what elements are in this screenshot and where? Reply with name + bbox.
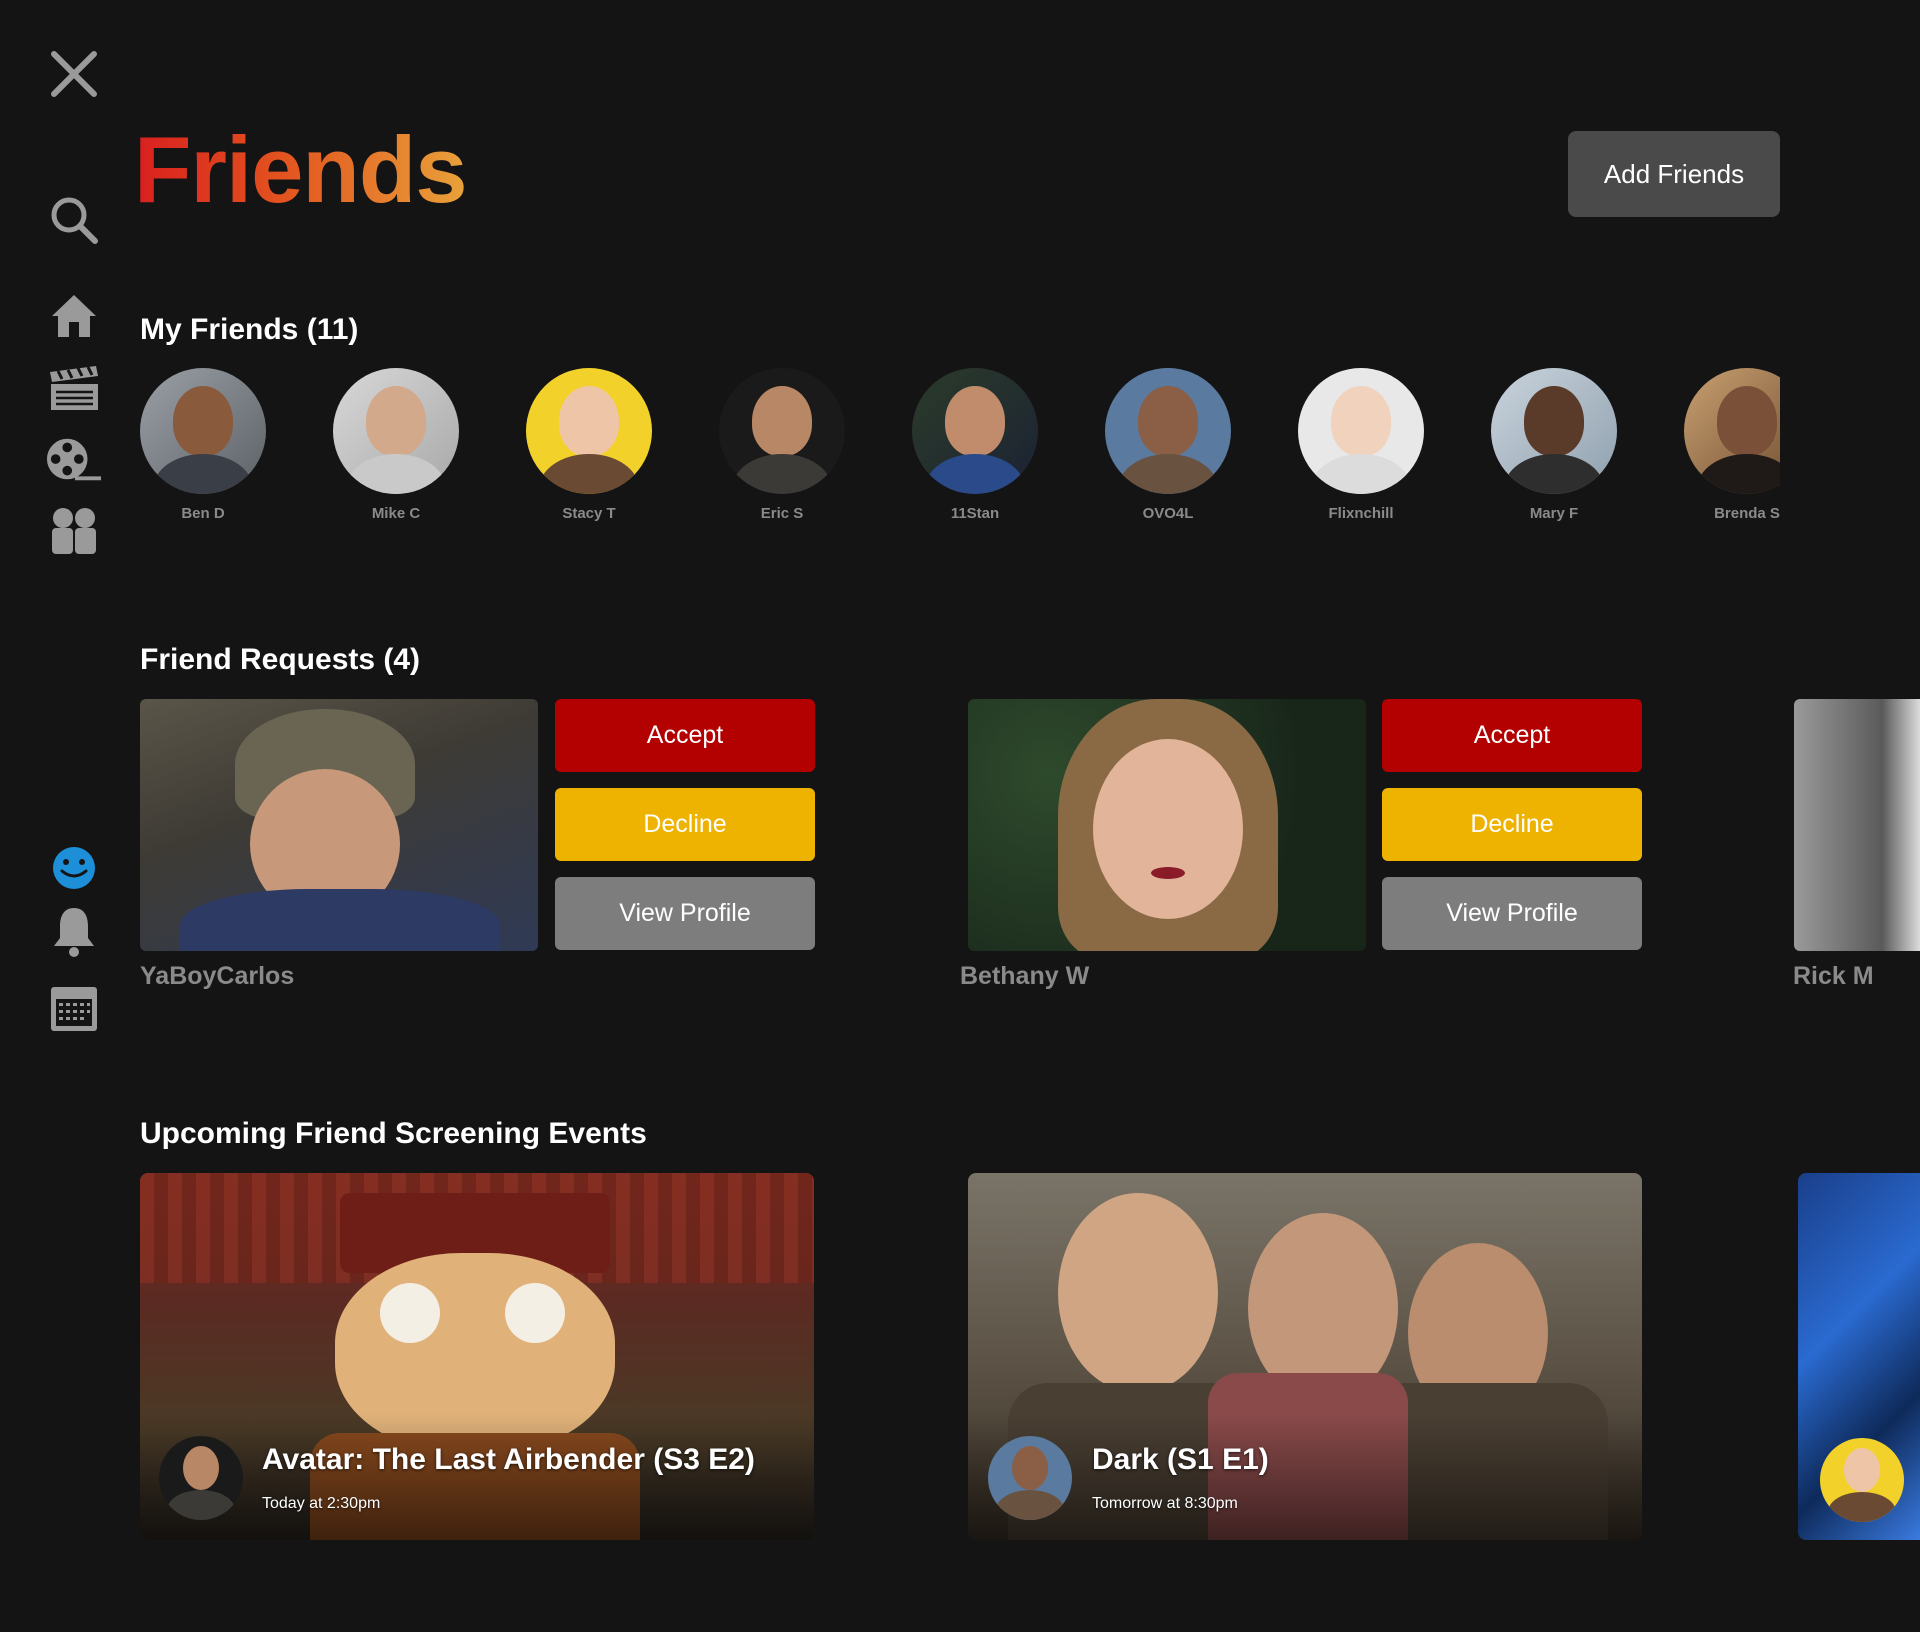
friend-avatar[interactable] — [333, 368, 459, 494]
event-card[interactable]: Avatar: The Last Airbender (S3 E2) Today… — [140, 1173, 814, 1540]
friend-item[interactable]: Ben D — [140, 368, 266, 522]
close-icon[interactable] — [46, 46, 102, 102]
event-title: Avatar: The Last Airbender (S3 E2) — [262, 1443, 755, 1476]
friend-item[interactable]: Stacy T — [526, 368, 652, 522]
friend-avatar[interactable] — [140, 368, 266, 494]
event-time: Today at 2:30pm — [262, 1495, 381, 1512]
home-icon[interactable] — [46, 288, 102, 344]
friend-avatar[interactable] — [526, 368, 652, 494]
view-profile-button[interactable]: View Profile — [1382, 877, 1642, 950]
friend-avatar[interactable] — [1298, 368, 1424, 494]
groups-icon[interactable] — [46, 503, 102, 559]
bell-icon[interactable] — [46, 904, 102, 960]
friend-avatar[interactable] — [912, 368, 1038, 494]
friend-item[interactable]: Brenda S — [1684, 368, 1780, 522]
accept-button[interactable]: Accept — [555, 699, 815, 772]
friend-name: Eric S — [760, 505, 804, 522]
friend-item[interactable]: Mike C — [333, 368, 459, 522]
friend-name: 11Stan — [950, 505, 1000, 522]
friend-avatar[interactable] — [719, 368, 845, 494]
friend-avatar[interactable] — [1105, 368, 1231, 494]
smile-profile-icon[interactable] — [46, 840, 102, 896]
search-icon[interactable] — [46, 192, 102, 248]
friend-name: Flixnchill — [1328, 505, 1394, 522]
events-heading: Upcoming Friend Screening Events — [140, 1117, 647, 1150]
page-title: Friends — [134, 117, 468, 222]
event-time: Tomorrow at 8:30pm — [1092, 1495, 1238, 1512]
friend-avatar[interactable] — [1491, 368, 1617, 494]
friend-name: OVO4L — [1142, 505, 1194, 522]
request-name: Bethany W — [960, 962, 1090, 990]
friend-requests-heading: Friend Requests (4) — [140, 643, 421, 676]
event-host-avatar[interactable] — [1820, 1438, 1904, 1522]
clapperboard-icon[interactable] — [46, 360, 102, 416]
friend-name: Mary F — [1529, 505, 1579, 522]
accept-button[interactable]: Accept — [1382, 699, 1642, 772]
event-host-avatar[interactable] — [988, 1436, 1072, 1520]
friend-item[interactable]: OVO4L — [1105, 368, 1231, 522]
friend-item[interactable]: Eric S — [719, 368, 845, 522]
friend-item[interactable]: Mary F — [1491, 368, 1617, 522]
event-host-avatar[interactable] — [159, 1436, 243, 1520]
friend-name: Ben D — [181, 505, 225, 522]
event-card[interactable]: Dark (S1 E1) Tomorrow at 8:30pm — [968, 1173, 1642, 1540]
request-photo[interactable] — [968, 699, 1366, 951]
film-reel-icon[interactable] — [46, 432, 102, 488]
request-photo[interactable] — [140, 699, 538, 951]
decline-button[interactable]: Decline — [555, 788, 815, 861]
request-photo[interactable] — [1794, 699, 1920, 951]
event-title: Dark (S1 E1) — [1092, 1443, 1269, 1476]
request-name: Rick M — [1793, 962, 1874, 990]
add-friends-button[interactable]: Add Friends — [1568, 131, 1780, 217]
friends-list: Ben D Mike C Stacy T Eric S 11Stan OVO4L — [140, 368, 1780, 538]
friend-name: Stacy T — [562, 505, 616, 522]
calendar-icon[interactable] — [46, 980, 102, 1036]
friend-item[interactable]: 11Stan — [912, 368, 1038, 522]
decline-button[interactable]: Decline — [1382, 788, 1642, 861]
friend-name: Mike C — [371, 505, 421, 522]
friend-item[interactable]: Flixnchill — [1298, 368, 1424, 522]
my-friends-heading: My Friends (11) — [140, 313, 359, 346]
event-card[interactable] — [1798, 1173, 1920, 1540]
view-profile-button[interactable]: View Profile — [555, 877, 815, 950]
friend-avatar[interactable] — [1684, 368, 1780, 494]
friend-name: Brenda S — [1714, 505, 1780, 522]
request-name: YaBoyCarlos — [140, 962, 295, 990]
